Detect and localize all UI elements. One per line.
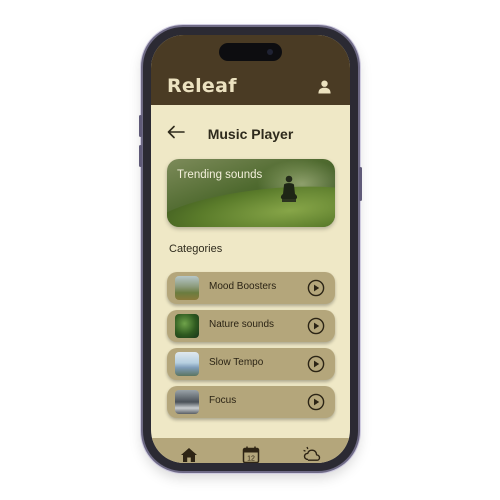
volume-up-button bbox=[139, 115, 142, 137]
category-item-nature-sounds[interactable]: Nature sounds bbox=[167, 310, 335, 342]
page-title: Music Player bbox=[207, 126, 294, 142]
trending-label: Trending sounds bbox=[177, 169, 263, 181]
slow-tempo-thumbnail bbox=[175, 352, 199, 376]
categories-heading: Categories bbox=[169, 243, 223, 255]
calendar-icon[interactable]: 12 bbox=[241, 445, 261, 463]
category-label: Mood Boosters bbox=[209, 281, 277, 292]
phone-frame: Releaf Music Player Trending sounds Cate… bbox=[139, 27, 362, 471]
screen: Releaf Music Player Trending sounds Cate… bbox=[151, 35, 350, 463]
category-item-focus[interactable]: Focus bbox=[167, 386, 335, 418]
mood-boosters-thumbnail bbox=[175, 276, 199, 300]
home-icon[interactable] bbox=[179, 445, 199, 463]
volume-down-button bbox=[139, 145, 142, 167]
user-icon[interactable] bbox=[317, 79, 332, 94]
dynamic-island bbox=[219, 43, 282, 61]
app-header: Releaf bbox=[151, 35, 350, 105]
nature-sounds-thumbnail bbox=[175, 314, 199, 338]
focus-thumbnail bbox=[175, 390, 199, 414]
power-button bbox=[359, 167, 362, 201]
trending-sounds-card[interactable]: Trending sounds bbox=[167, 159, 335, 227]
weather-icon[interactable] bbox=[302, 445, 322, 463]
play-circle-icon[interactable] bbox=[307, 393, 325, 411]
category-label: Nature sounds bbox=[209, 319, 275, 330]
app-logo: Releaf bbox=[167, 75, 237, 97]
category-label: Slow Tempo bbox=[209, 357, 264, 368]
buddha-statue-image bbox=[280, 175, 298, 202]
category-item-slow-tempo[interactable]: Slow Tempo bbox=[167, 348, 335, 380]
play-circle-icon[interactable] bbox=[307, 355, 325, 373]
category-item-mood-boosters[interactable]: Mood Boosters bbox=[167, 272, 335, 304]
calendar-day-number: 12 bbox=[247, 455, 255, 462]
play-circle-icon[interactable] bbox=[307, 279, 325, 297]
category-label: Focus bbox=[209, 395, 237, 406]
play-circle-icon[interactable] bbox=[307, 317, 325, 335]
